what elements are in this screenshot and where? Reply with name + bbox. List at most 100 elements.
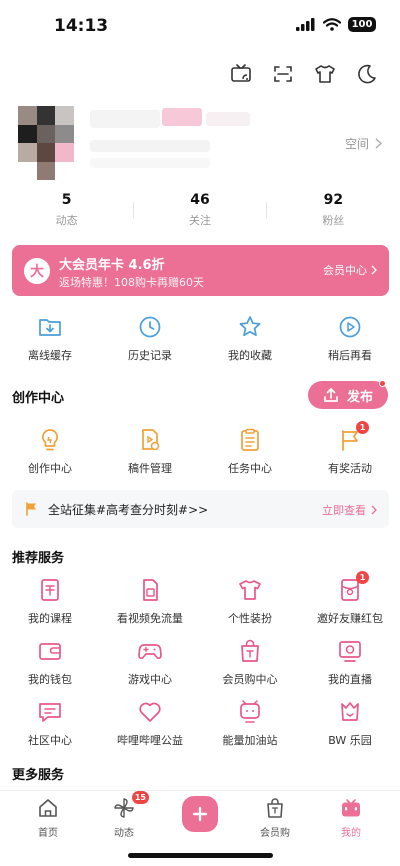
service-label: 我的课程 bbox=[28, 612, 72, 625]
manuscript-icon bbox=[137, 427, 163, 453]
vip-center-label: 会员中心 bbox=[323, 264, 367, 277]
coins-blurred bbox=[90, 140, 210, 152]
quick-action-history[interactable]: 历史记录 bbox=[100, 314, 200, 363]
creation-item-rewards[interactable]: 1 有奖活动 bbox=[300, 421, 400, 476]
notice-bar[interactable]: 全站征集#高考查分时刻#>> 立即查看 bbox=[12, 490, 389, 528]
publish-button[interactable]: 发布 bbox=[308, 380, 388, 409]
service-my-live[interactable]: 我的直播 bbox=[300, 638, 400, 687]
gamepad-icon bbox=[137, 638, 163, 664]
stat-value: 92 bbox=[323, 192, 344, 208]
quick-action-label: 我的收藏 bbox=[228, 349, 272, 362]
more-services-title: 更多服务 bbox=[12, 768, 65, 783]
service-vip-shop[interactable]: 会员购中心 bbox=[200, 638, 300, 687]
stat-label: 粉丝 bbox=[322, 214, 345, 227]
theme-shirt-icon[interactable] bbox=[314, 63, 336, 85]
quick-actions: 离线缓存 历史记录 我的收藏 稍后再看 bbox=[0, 314, 400, 363]
tab-home[interactable]: 首页 bbox=[8, 797, 88, 839]
download-folder-icon bbox=[37, 314, 63, 340]
space-link[interactable]: 空间 bbox=[345, 135, 382, 152]
publish-label: 发布 bbox=[346, 389, 373, 405]
username-blurred bbox=[90, 110, 160, 128]
stats-row: 5 动态 46 关注 92 粉丝 bbox=[0, 192, 400, 228]
signal-icon bbox=[296, 18, 315, 31]
service-label: 我的钱包 bbox=[28, 673, 72, 686]
service-free-data[interactable]: 看视频免流量 bbox=[100, 577, 200, 626]
quick-action-label: 离线缓存 bbox=[28, 349, 72, 362]
vip-center-link[interactable]: 会员中心 bbox=[323, 262, 377, 278]
shopping-bag-icon bbox=[237, 638, 263, 664]
night-mode-icon[interactable] bbox=[356, 63, 378, 85]
tab-mine[interactable]: 我的 bbox=[311, 797, 391, 839]
home-icon bbox=[37, 797, 59, 819]
quick-action-favorites[interactable]: 我的收藏 bbox=[200, 314, 300, 363]
vip-banner[interactable]: 大 大会员年卡 4.6折 返场特惠！108购卡再赠60天 会员中心 bbox=[12, 245, 389, 296]
stat-fans[interactable]: 92 粉丝 bbox=[267, 192, 400, 228]
service-bw-park[interactable]: BW 乐园 bbox=[300, 699, 400, 748]
tab-label: 动态 bbox=[114, 828, 134, 839]
tab-vip-shop[interactable]: 会员购 bbox=[235, 797, 315, 839]
scan-icon[interactable] bbox=[272, 63, 294, 85]
creation-item-label: 稿件管理 bbox=[128, 462, 172, 475]
battery-indicator: 100 bbox=[348, 17, 376, 32]
clipboard-icon bbox=[237, 427, 263, 453]
tab-label: 会员购 bbox=[260, 828, 290, 839]
bulb-icon bbox=[37, 427, 63, 453]
stat-label: 关注 bbox=[188, 214, 211, 227]
vip-subtitle: 返场特惠！108购卡再赠60天 bbox=[59, 276, 204, 289]
creation-items: 创作中心 稿件管理 任务中心 1 有奖活动 bbox=[0, 421, 400, 476]
service-my-courses[interactable]: 我的课程 bbox=[0, 577, 100, 626]
stat-following[interactable]: 46 关注 bbox=[133, 192, 266, 228]
avatar[interactable] bbox=[18, 106, 74, 180]
service-personal-dressup[interactable]: 个性装扮 bbox=[200, 577, 300, 626]
stat-value: 46 bbox=[190, 192, 210, 208]
vip-title: 大会员年卡 4.6折 bbox=[59, 258, 165, 273]
heart-charity-icon bbox=[137, 699, 163, 725]
service-community[interactable]: 社区中心 bbox=[0, 699, 100, 748]
services-row-1: 我的课程 看视频免流量 个性装扮 1 邀好友赚红包 bbox=[0, 571, 400, 626]
service-label: 会员购中心 bbox=[222, 673, 278, 686]
services-row-3: 社区中心 哔哩哔哩公益 能量加油站 BW 乐园 bbox=[0, 699, 400, 748]
creation-item-center[interactable]: 创作中心 bbox=[0, 427, 100, 476]
tab-label: 首页 bbox=[38, 828, 58, 839]
stat-label: 动态 bbox=[55, 214, 78, 227]
quick-action-label: 稍后再看 bbox=[328, 349, 372, 362]
service-charity[interactable]: 哔哩哔哩公益 bbox=[100, 699, 200, 748]
service-label: 看视频免流量 bbox=[117, 612, 183, 625]
notice-text: 全站征集#高考查分时刻#>> bbox=[48, 503, 209, 517]
chevron-right-icon bbox=[371, 265, 377, 275]
plus-icon bbox=[192, 806, 208, 822]
stat-dynamics[interactable]: 5 动态 bbox=[0, 192, 133, 228]
creation-item-manuscripts[interactable]: 稿件管理 bbox=[100, 427, 200, 476]
wallet-icon bbox=[37, 638, 63, 664]
shopping-bag-icon bbox=[264, 797, 286, 819]
service-label: 邀好友赚红包 bbox=[317, 612, 383, 625]
service-label: 游戏中心 bbox=[128, 673, 172, 686]
cast-icon[interactable] bbox=[230, 63, 252, 85]
service-wallet[interactable]: 我的钱包 bbox=[0, 638, 100, 687]
service-invite-friends[interactable]: 1 邀好友赚红包 bbox=[300, 571, 400, 626]
badge-count: 1 bbox=[356, 421, 369, 434]
sim-card-icon bbox=[137, 577, 163, 603]
username-blurred-accent bbox=[162, 108, 202, 126]
top-toolbar bbox=[230, 63, 378, 85]
tab-dynamics[interactable]: 15 动态 bbox=[84, 791, 164, 839]
services-section-title: 推荐服务 bbox=[12, 551, 65, 566]
bw-park-icon bbox=[337, 699, 363, 725]
vip-badge: 大 bbox=[24, 258, 50, 284]
service-energy-station[interactable]: 能量加油站 bbox=[200, 699, 300, 748]
pinwheel-icon: 15 bbox=[113, 791, 149, 819]
status-time: 14:13 bbox=[54, 16, 109, 36]
status-indicators: 100 bbox=[296, 17, 376, 32]
notice-link[interactable]: 立即查看 bbox=[322, 502, 377, 518]
wifi-icon bbox=[323, 18, 341, 31]
quick-action-watch-later[interactable]: 稍后再看 bbox=[300, 314, 400, 363]
service-game-center[interactable]: 游戏中心 bbox=[100, 638, 200, 687]
community-chat-icon bbox=[37, 699, 63, 725]
create-plus-button[interactable] bbox=[182, 796, 218, 832]
service-label: 哔哩哔哩公益 bbox=[117, 734, 183, 747]
quick-action-offline-cache[interactable]: 离线缓存 bbox=[0, 314, 100, 363]
watch-later-icon bbox=[337, 314, 363, 340]
quick-action-label: 历史记录 bbox=[128, 349, 172, 362]
chevron-right-icon bbox=[375, 138, 382, 149]
creation-item-tasks[interactable]: 任务中心 bbox=[200, 427, 300, 476]
